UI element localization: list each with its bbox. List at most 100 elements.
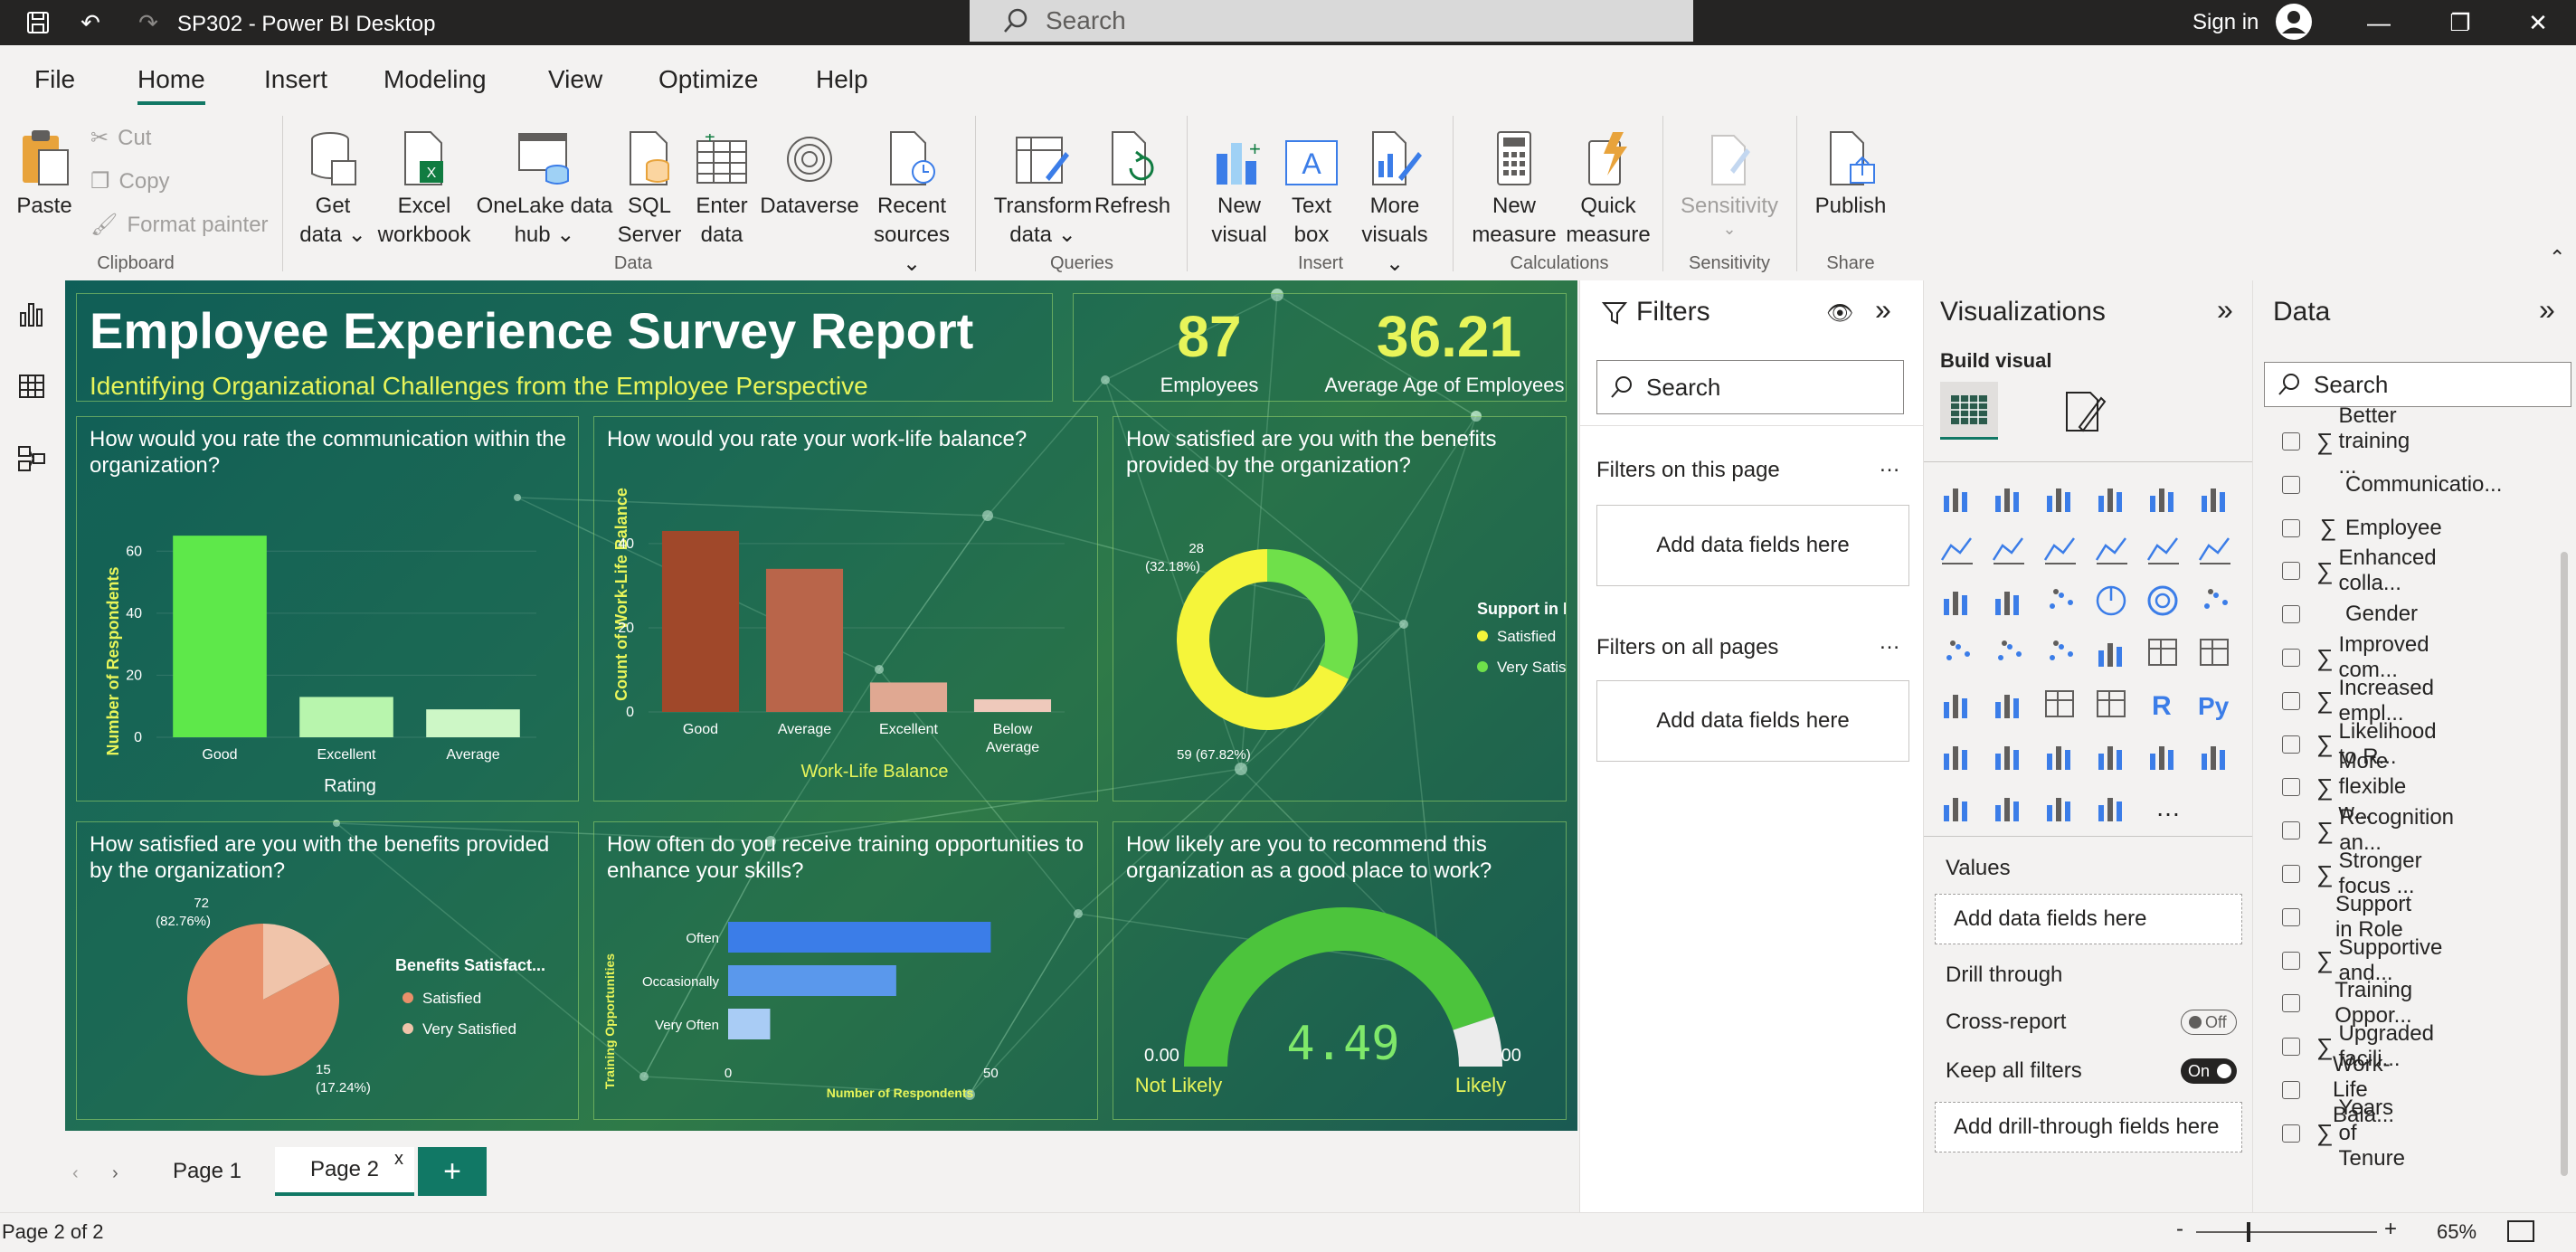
pie-icon[interactable]: [2096, 585, 2126, 616]
kpi-card[interactable]: 87 Employees 36.21 Average Age of Employ…: [1073, 293, 1567, 402]
page-tab-2[interactable]: Page 2: [275, 1147, 414, 1196]
menu-file[interactable]: File: [34, 65, 75, 94]
table-icon[interactable]: [2045, 690, 2074, 717]
zoom-in-button[interactable]: +: [2384, 1217, 2397, 1242]
line-chart-icon[interactable]: [1940, 537, 1973, 564]
field-checkbox[interactable]: [2282, 778, 2300, 797]
field-item[interactable]: ∑ Supportive and...: [2282, 935, 2449, 985]
powerapps-diamond-icon[interactable]: [2047, 798, 2070, 821]
drill-through-dropzone[interactable]: Add drill-through fields here: [1935, 1102, 2242, 1152]
collapse-data-icon[interactable]: »: [2539, 293, 2555, 327]
filled-map-icon[interactable]: [1998, 640, 2022, 660]
kpi-icon[interactable]: [1944, 695, 1967, 718]
undo-icon[interactable]: ↶: [72, 0, 109, 45]
qna-icon[interactable]: [2047, 746, 2070, 770]
report-canvas[interactable]: Employee Experience Survey Report Identi…: [65, 280, 1577, 1131]
dataverse-button[interactable]: Dataverse: [760, 123, 859, 221]
collapse-visualizations-icon[interactable]: »: [2217, 293, 2233, 327]
goals-icon[interactable]: [2150, 746, 2174, 770]
table-view-icon[interactable]: [13, 367, 51, 405]
sql-server-button[interactable]: SQL Server: [615, 123, 684, 250]
field-item[interactable]: ∑ Increased empl...: [2282, 676, 2440, 726]
stacked-column-icon[interactable]: [1995, 488, 2019, 512]
save-icon[interactable]: [20, 0, 56, 45]
collapse-ribbon-icon[interactable]: ⌃: [2549, 246, 2565, 270]
field-checkbox[interactable]: [2282, 865, 2300, 883]
minimize-icon[interactable]: —: [2361, 0, 2397, 45]
onelake-hub-button[interactable]: OneLake data hub ⌄: [474, 123, 615, 250]
card-icon[interactable]: [2148, 639, 2177, 666]
transform-data-button[interactable]: Transform data ⌄: [991, 123, 1094, 250]
communication-chart-card[interactable]: How would you rate the communication wit…: [76, 416, 579, 801]
eye-icon[interactable]: 👁: [1826, 300, 1853, 327]
build-visual-tab[interactable]: [1940, 382, 1998, 440]
recommend-gauge-card[interactable]: How likely are you to recommend this org…: [1113, 821, 1567, 1120]
100-column-icon[interactable]: [2202, 488, 2225, 512]
menu-help[interactable]: Help: [816, 65, 868, 94]
new-visual-button[interactable]: + New visual: [1203, 123, 1275, 250]
field-checkbox[interactable]: [2282, 1081, 2300, 1099]
decomposition-tree-icon[interactable]: [1995, 746, 2019, 770]
next-page-icon[interactable]: ›: [112, 1163, 118, 1184]
menu-optimize[interactable]: Optimize: [658, 65, 758, 94]
area-chart-icon[interactable]: [1992, 537, 2024, 564]
treemap-icon[interactable]: [2204, 589, 2228, 609]
funnel-icon[interactable]: [1995, 592, 2019, 615]
stacked-area-icon[interactable]: [2043, 537, 2076, 564]
field-checkbox[interactable]: [2282, 951, 2300, 970]
field-checkbox[interactable]: [2282, 994, 2300, 1013]
chevrons-icon[interactable]: [2098, 798, 2122, 821]
menu-home[interactable]: Home: [137, 65, 205, 105]
text-box-button[interactable]: A Text box: [1275, 123, 1348, 250]
enter-data-button[interactable]: + Enter data: [684, 123, 760, 250]
format-visual-tab[interactable]: [2060, 387, 2108, 441]
field-checkbox[interactable]: [2282, 518, 2300, 537]
narrative-icon[interactable]: [2098, 746, 2122, 770]
field-item[interactable]: Support in Role: [2282, 892, 2421, 942]
gauge-icon[interactable]: [2098, 643, 2122, 667]
line-clustered-icon[interactable]: [2146, 537, 2179, 564]
collapse-filters-icon[interactable]: »: [1875, 293, 1891, 327]
multi-row-card-icon[interactable]: [2200, 639, 2229, 666]
field-checkbox[interactable]: [2282, 475, 2300, 494]
excel-workbook-button[interactable]: X Excel workbook: [374, 123, 474, 250]
redo-icon[interactable]: ↷: [130, 0, 166, 45]
slicer-icon[interactable]: [1995, 695, 2019, 718]
model-view-icon[interactable]: [13, 440, 51, 478]
add-page-button[interactable]: +: [418, 1147, 487, 1196]
sensitivity-button[interactable]: Sensitivity ⌄: [1677, 123, 1782, 237]
field-checkbox[interactable]: [2282, 562, 2300, 581]
prev-page-icon[interactable]: ‹: [72, 1163, 79, 1184]
sign-in-link[interactable]: Sign in: [2192, 0, 2259, 45]
power-apps-icon[interactable]: [1944, 798, 1967, 821]
support-donut-card[interactable]: How satisfied are you with the benefits …: [1113, 416, 1567, 801]
account-icon[interactable]: [2276, 4, 2312, 40]
field-item[interactable]: ∑ Better training ...: [2282, 403, 2417, 479]
menu-modeling[interactable]: Modeling: [384, 65, 487, 94]
map-icon[interactable]: [1946, 640, 1970, 660]
page-filter-dropzone[interactable]: Add data fields here: [1596, 505, 1909, 586]
field-item[interactable]: ∑ Employee: [2282, 510, 2442, 546]
cut-button[interactable]: ✂ Cut: [90, 125, 151, 151]
r-visual-icon[interactable]: R: [2152, 691, 2172, 721]
publish-button[interactable]: Publish: [1811, 123, 1890, 221]
field-checkbox[interactable]: [2282, 907, 2300, 926]
field-checkbox[interactable]: [2282, 735, 2300, 754]
azure-map-icon[interactable]: [2050, 640, 2073, 660]
new-measure-button[interactable]: New measure: [1467, 123, 1561, 250]
keep-filters-toggle[interactable]: On: [2181, 1058, 2237, 1084]
paginated-report-icon[interactable]: [2202, 746, 2225, 770]
menu-insert[interactable]: Insert: [264, 65, 327, 94]
close-icon[interactable]: ✕: [2520, 0, 2556, 45]
field-item[interactable]: Communicatio...: [2282, 467, 2502, 503]
restore-icon[interactable]: ❐: [2442, 0, 2478, 45]
title-search-box[interactable]: Search: [970, 0, 1693, 42]
filters-search-input[interactable]: Search: [1596, 360, 1904, 414]
scatter-icon[interactable]: [2050, 589, 2073, 609]
close-tab-icon[interactable]: x: [394, 1149, 403, 1170]
cross-report-toggle[interactable]: Off: [2181, 1010, 2237, 1035]
recent-sources-button[interactable]: Recent sources ⌄: [868, 123, 955, 279]
paste-button[interactable]: Paste: [13, 123, 76, 221]
field-item[interactable]: Training Oppor...: [2282, 978, 2423, 1028]
field-checkbox[interactable]: [2282, 432, 2300, 451]
